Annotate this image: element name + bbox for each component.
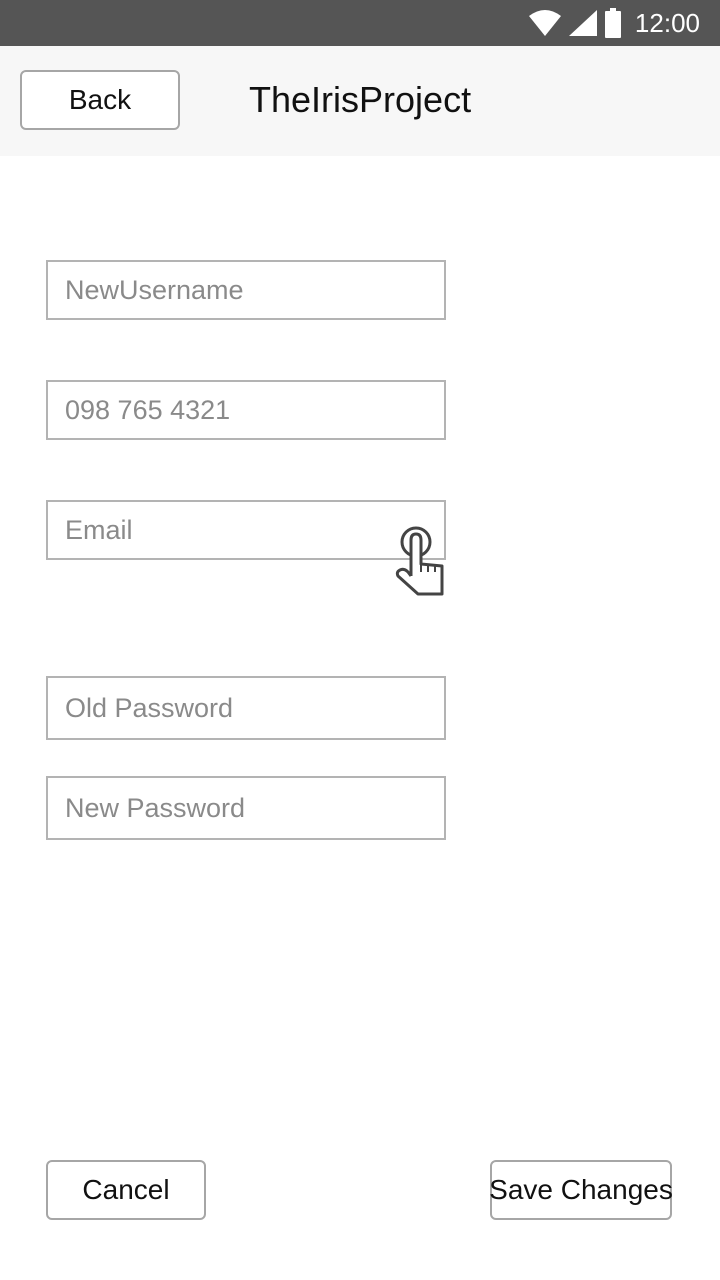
cancel-button[interactable]: Cancel [46, 1160, 206, 1220]
username-input[interactable] [46, 260, 446, 320]
cell-signal-icon [568, 10, 597, 36]
app-bar: Back TheIrisProject [0, 46, 720, 156]
email-input[interactable] [46, 500, 446, 560]
page-title: TheIrisProject [249, 79, 472, 120]
status-time: 12:00 [634, 7, 700, 38]
battery-icon [604, 8, 621, 38]
old-password-input[interactable] [46, 676, 446, 740]
back-button[interactable]: Back [20, 70, 180, 130]
new-password-input[interactable] [46, 776, 446, 840]
save-changes-button[interactable]: Save Changes [489, 1160, 673, 1220]
wifi-icon [528, 10, 561, 36]
status-icons: 12:00 [528, 0, 700, 46]
status-bar: 12:00 [0, 0, 720, 46]
hand-pointer-icon [395, 526, 444, 596]
phone-input[interactable] [46, 380, 446, 440]
